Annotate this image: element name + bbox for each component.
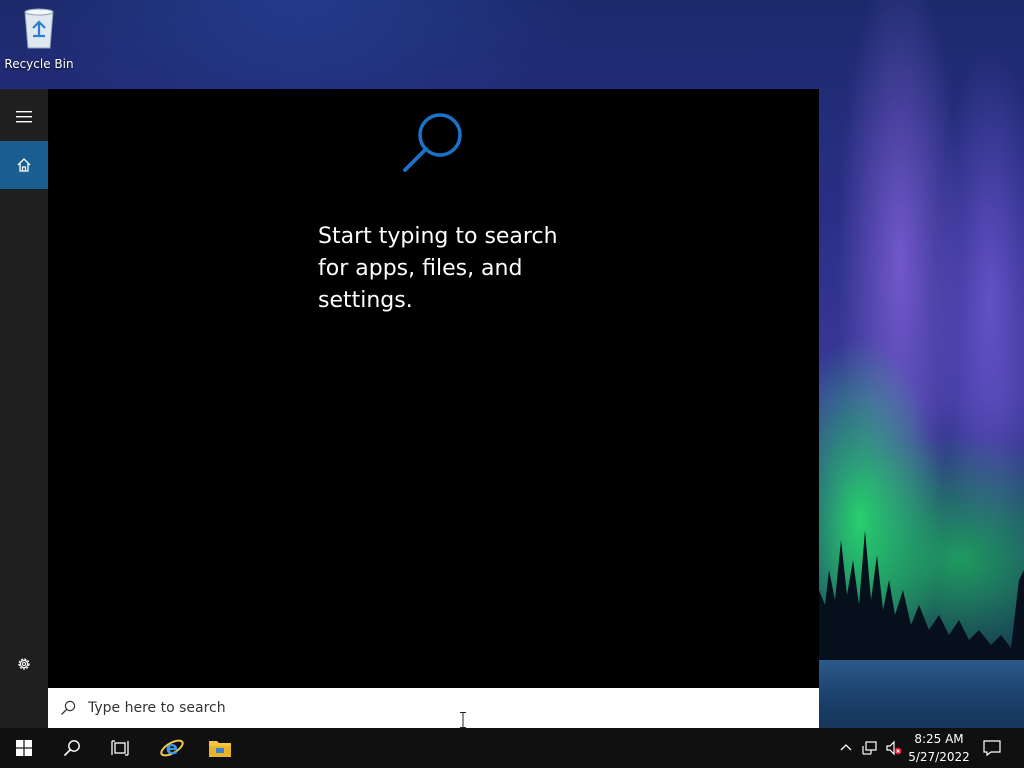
settings-button[interactable] <box>0 640 48 688</box>
search-hint-line: settings. <box>318 288 413 313</box>
task-view-button[interactable] <box>96 728 144 768</box>
chevron-up-icon[interactable] <box>838 740 854 756</box>
search-hint-text: Start typing to search for apps, files, … <box>318 221 578 317</box>
internet-explorer-icon: e <box>160 738 184 759</box>
folder-icon <box>209 741 231 757</box>
search-icon <box>403 113 462 172</box>
gear-icon <box>18 658 30 670</box>
notification-icon[interactable] <box>983 739 1001 757</box>
svg-text:e: e <box>166 738 178 759</box>
internet-explorer-button[interactable]: e <box>148 728 196 768</box>
taskbar: e 8:25 AM 5/27/2022 <box>0 728 1024 768</box>
search-hint-line: for apps, files, and <box>318 256 523 281</box>
hamburger-menu-icon <box>16 111 32 123</box>
taskbar-search-button[interactable] <box>48 728 96 768</box>
hamburger-menu-button[interactable] <box>0 93 48 141</box>
desktop-icon-recycle-bin[interactable]: Recycle Bin <box>4 6 74 71</box>
snowy-road <box>819 660 1024 728</box>
home-button[interactable] <box>0 141 48 189</box>
network-icon[interactable] <box>862 740 878 756</box>
windows-logo-icon <box>16 740 32 756</box>
search-icon <box>61 700 76 715</box>
task-view-icon <box>111 740 129 756</box>
recycle-bin-icon <box>24 8 54 49</box>
system-clock[interactable]: 8:25 AM 5/27/2022 <box>904 730 974 766</box>
search-icon <box>63 740 80 757</box>
search-box-icon-wrap <box>48 700 88 716</box>
search-box[interactable] <box>48 688 819 728</box>
tree-silhouette <box>819 530 1024 675</box>
start-button[interactable] <box>0 728 48 768</box>
left-rail <box>0 89 48 728</box>
desktop-icon-label: Recycle Bin <box>4 57 74 71</box>
file-explorer-button[interactable] <box>196 728 244 768</box>
home-icon <box>17 158 31 172</box>
text-cursor-icon <box>460 712 466 728</box>
search-panel: Start typing to search for apps, files, … <box>0 89 819 728</box>
volume-muted-icon[interactable] <box>886 740 902 756</box>
search-input[interactable] <box>88 700 688 716</box>
search-hint-line: Start typing to search <box>318 224 558 249</box>
clock-time: 8:25 AM <box>914 732 964 746</box>
clock-date: 5/27/2022 <box>908 750 970 764</box>
